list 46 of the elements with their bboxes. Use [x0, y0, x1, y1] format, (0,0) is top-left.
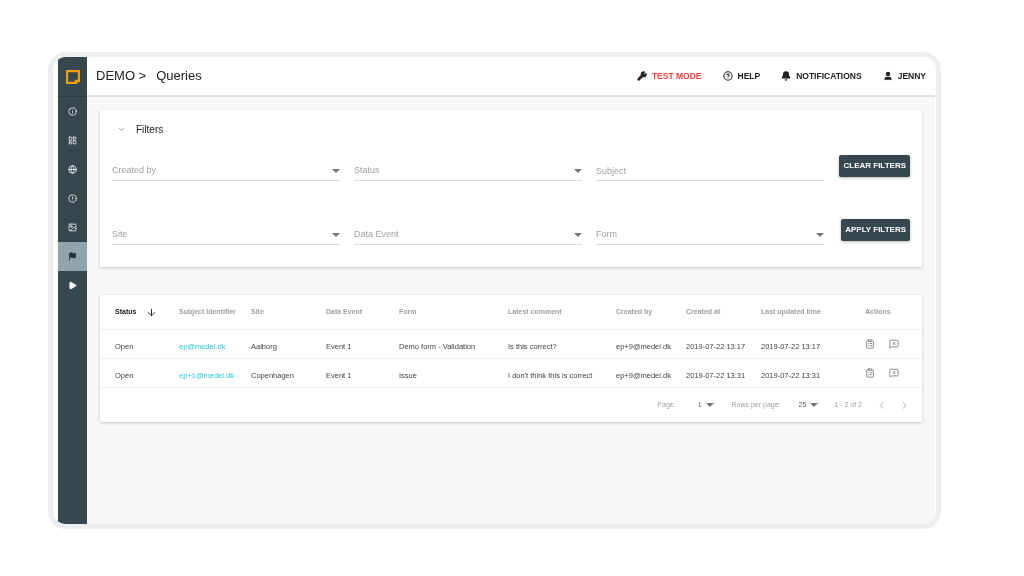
info-icon [68, 107, 77, 116]
input-field[interactable]: Subject [596, 161, 824, 181]
logo-icon [65, 69, 80, 84]
select-field[interactable]: Status [354, 161, 582, 181]
globe-icon [68, 165, 77, 174]
flag-icon [68, 252, 77, 261]
apply-filters-button[interactable]: APPLY FILTERS [841, 219, 910, 241]
alert-icon [68, 194, 77, 203]
select-field[interactable]: Form [596, 225, 824, 245]
chevron-icon [117, 125, 126, 134]
image-icon [68, 223, 77, 232]
page-title: Queries [156, 67, 202, 86]
clear-filters-button[interactable]: CLEAR FILTERS [839, 155, 910, 177]
dropdown-caret-icon [705, 403, 714, 407]
dropdown-caret-icon [332, 168, 340, 173]
header-button[interactable]: HELP [722, 69, 761, 83]
select-field[interactable]: Data Event [354, 225, 582, 245]
header-button[interactable]: TEST MODE [636, 69, 702, 83]
dropdown-caret-icon [816, 232, 824, 237]
dashboard-icon [68, 136, 77, 145]
select-field[interactable]: Site [112, 225, 340, 245]
clipboard-icon[interactable] [865, 339, 875, 349]
breadcrumb-link[interactable]: DEMO > [96, 66, 147, 86]
wrench-icon [636, 71, 647, 81]
field-placeholder: Site [112, 227, 128, 241]
header-button[interactable]: NOTIFICATIONS [781, 69, 862, 83]
filters-toggle[interactable]: Filters [117, 122, 164, 137]
bell-icon [781, 71, 792, 81]
dropdown-caret-icon [810, 403, 819, 407]
field-placeholder: Data Event [354, 227, 399, 241]
field-placeholder: Created by [112, 163, 157, 177]
comment-flag-icon[interactable] [889, 368, 899, 378]
user-icon [882, 71, 893, 81]
dropdown-caret-icon [332, 232, 340, 237]
field-placeholder: Form [596, 227, 617, 241]
play-icon [68, 281, 77, 290]
sort-arrow-icon [146, 306, 158, 318]
field-placeholder: Status [354, 163, 380, 177]
help-icon [722, 71, 733, 81]
dropdown-caret-icon [574, 232, 582, 237]
header-button[interactable]: JENNY [882, 69, 926, 83]
dropdown-caret-icon [574, 168, 582, 173]
select-field[interactable]: Created by [112, 161, 340, 181]
clipboard-icon[interactable] [865, 368, 875, 378]
comment-flag-icon[interactable] [889, 339, 899, 349]
sidebar-item[interactable] [58, 242, 87, 271]
